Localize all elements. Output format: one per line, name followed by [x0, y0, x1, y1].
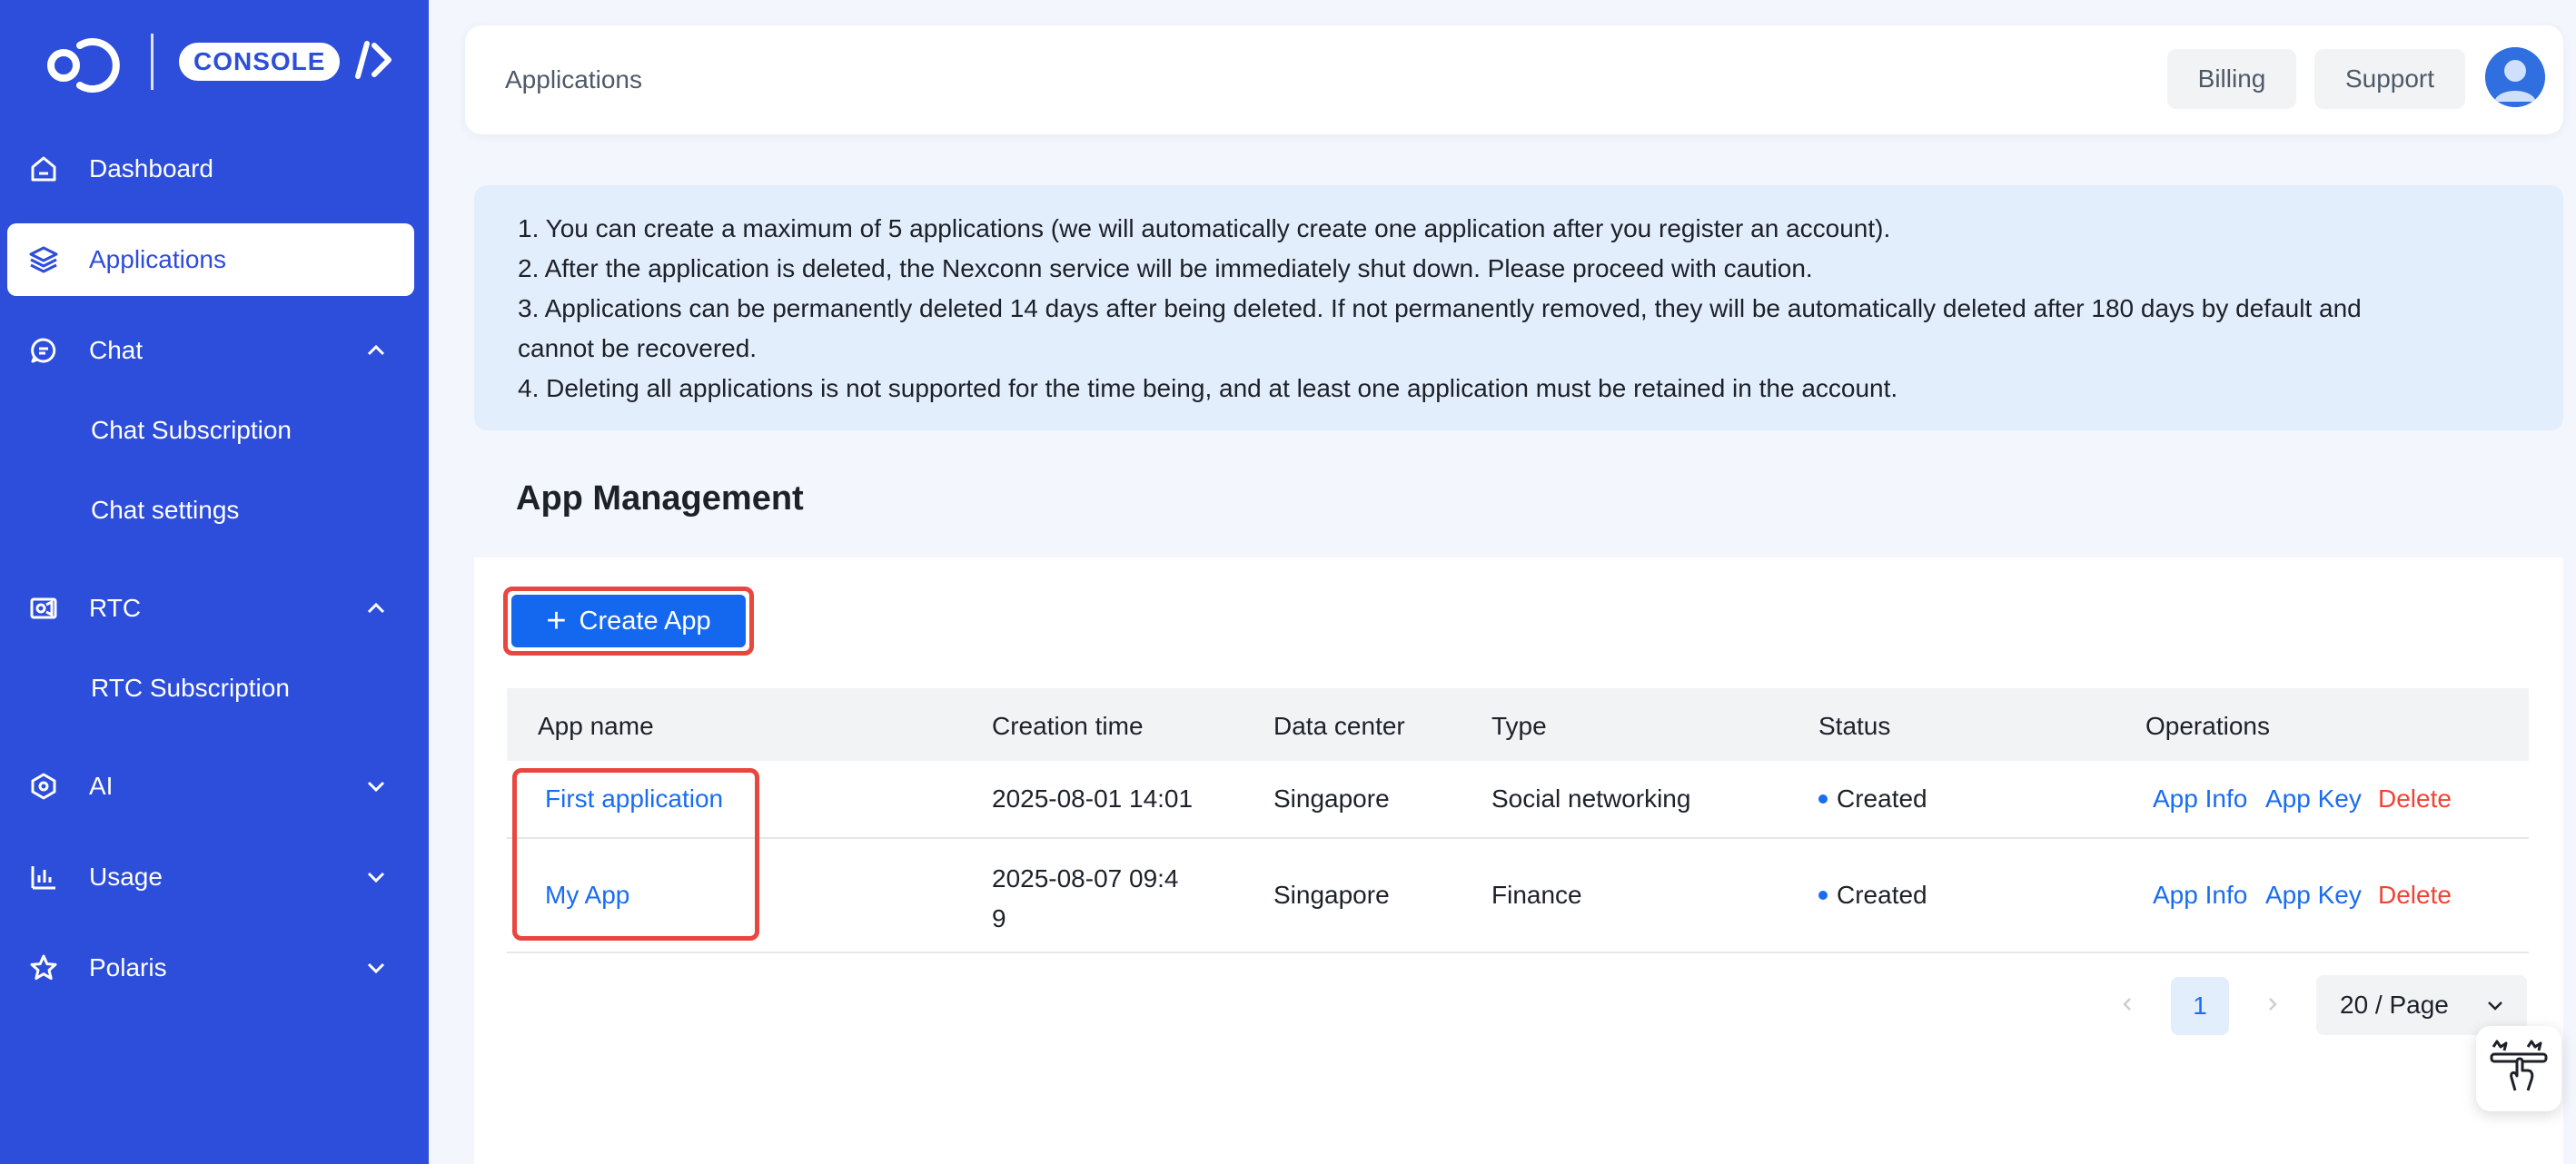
page-title: Applications [505, 65, 642, 94]
sidebar: CONSOLE Dashboard Applications Chat Chat… [0, 0, 429, 1164]
notice-line: 2. After the application is deleted, the… [518, 254, 1813, 282]
plus-icon: + [546, 602, 567, 640]
hand-pointer-icon [2486, 1038, 2551, 1100]
column-header: Operations [2145, 712, 2270, 740]
sidebar-item-label: Dashboard [89, 154, 213, 182]
floating-help-button[interactable] [2476, 1026, 2561, 1111]
delete-link[interactable]: Delete [2378, 881, 2452, 910]
sidebar-item-label: RTC [89, 594, 142, 622]
brand-logo[interactable]: CONSOLE [44, 31, 394, 93]
sidebar-item-label: Usage [89, 863, 163, 891]
status-dot-icon [1818, 794, 1828, 804]
data-center: Singapore [1273, 784, 1390, 813]
chevron-down-icon [363, 955, 389, 981]
sidebar-item-label: Applications [89, 245, 226, 273]
sidebar-item-ai[interactable]: AI [7, 750, 414, 823]
sidebar-subitem-chat-subscription[interactable]: Chat Subscription [91, 416, 292, 445]
data-center: Singapore [1273, 881, 1390, 909]
table-header: App name Creation time Data center Type … [507, 688, 2529, 761]
billing-button[interactable]: Billing [2167, 49, 2296, 109]
creation-time: 2025-08-01 14:01 [992, 784, 1194, 813]
column-header: Status [1818, 712, 1891, 740]
table-row: My App 2025-08-07 09:4 9 Singapore Finan… [507, 839, 2529, 952]
column-header: Creation time [992, 712, 1144, 740]
avatar[interactable] [2485, 47, 2545, 107]
sidebar-item-label: Polaris [89, 953, 167, 982]
delete-link[interactable]: Delete [2378, 784, 2452, 814]
create-app-label: Create App [579, 606, 711, 636]
status-dot-icon [1818, 890, 1828, 900]
sidebar-item-applications[interactable]: Applications [7, 223, 414, 296]
column-header: App name [538, 712, 654, 740]
page-size-label: 20 / Page [2340, 991, 2449, 1019]
app-type: Social networking [1491, 784, 1691, 813]
video-icon [27, 592, 60, 625]
status-text: Created [1837, 881, 1927, 909]
sidebar-item-usage[interactable]: Usage [7, 841, 414, 913]
chevron-up-icon [363, 338, 389, 363]
app-type: Finance [1491, 881, 1582, 909]
ai-cube-icon [27, 770, 60, 803]
creation-time-line: 2025-08-07 09:4 [992, 864, 1179, 893]
star-icon [27, 952, 60, 984]
app-info-link[interactable]: App Info [2153, 784, 2247, 814]
creation-time: 2025-08-07 09:4 9 [992, 859, 1179, 939]
next-page-icon[interactable] [2258, 990, 2287, 1019]
chevron-up-icon [363, 596, 389, 621]
status-badge: Created [1818, 784, 1927, 814]
console-badge: CONSOLE [179, 43, 341, 81]
app-info-link[interactable]: App Info [2153, 881, 2247, 910]
chat-icon [27, 334, 60, 367]
section-title: App Management [516, 479, 804, 518]
sidebar-subitem-rtc-subscription[interactable]: RTC Subscription [91, 674, 290, 703]
layers-icon [27, 243, 60, 276]
sidebar-subitem-chat-settings[interactable]: Chat settings [91, 496, 239, 525]
status-badge: Created [1818, 881, 1927, 910]
support-button[interactable]: Support [2314, 49, 2465, 109]
bar-chart-icon [27, 861, 60, 893]
create-app-highlight: + Create App [503, 587, 754, 656]
notice-line: 3. Applications can be permanently delet… [518, 294, 2362, 322]
page-number-button[interactable]: 1 [2171, 977, 2229, 1035]
sidebar-item-dashboard[interactable]: Dashboard [7, 133, 414, 205]
creation-time-line: 9 [992, 904, 1006, 932]
notice-line: 1. You can create a maximum of 5 applica… [518, 214, 1891, 242]
chevron-down-icon [363, 774, 389, 799]
status-text: Created [1837, 784, 1927, 813]
notice-box: 1. You can create a maximum of 5 applica… [474, 185, 2563, 430]
sidebar-item-label: Chat [89, 336, 144, 364]
chevron-down-icon [2483, 993, 2507, 1017]
column-header: Data center [1273, 712, 1405, 740]
home-icon [27, 153, 60, 185]
sidebar-item-polaris[interactable]: Polaris [7, 932, 414, 1004]
app-name-highlight [512, 768, 759, 941]
console-slash-icon [351, 40, 394, 84]
sidebar-item-label: AI [89, 772, 114, 800]
column-header: Type [1491, 712, 1547, 740]
row-divider [507, 952, 2529, 953]
notice-line: 4. Deleting all applications is not supp… [518, 374, 1898, 402]
table-row: First application 2025-08-01 14:01 Singa… [507, 761, 2529, 839]
logo-divider [151, 34, 154, 90]
sidebar-item-rtc[interactable]: RTC [7, 572, 414, 645]
chevron-down-icon [363, 864, 389, 890]
notice-line: cannot be recovered. [518, 334, 758, 362]
logo-icon [44, 31, 125, 93]
app-key-link[interactable]: App Key [2265, 784, 2362, 814]
top-header: Applications Billing Support [465, 25, 2563, 134]
create-app-button[interactable]: + Create App [511, 595, 746, 647]
prev-page-icon[interactable] [2113, 990, 2142, 1019]
app-key-link[interactable]: App Key [2265, 881, 2362, 910]
sidebar-item-chat[interactable]: Chat [7, 314, 414, 387]
